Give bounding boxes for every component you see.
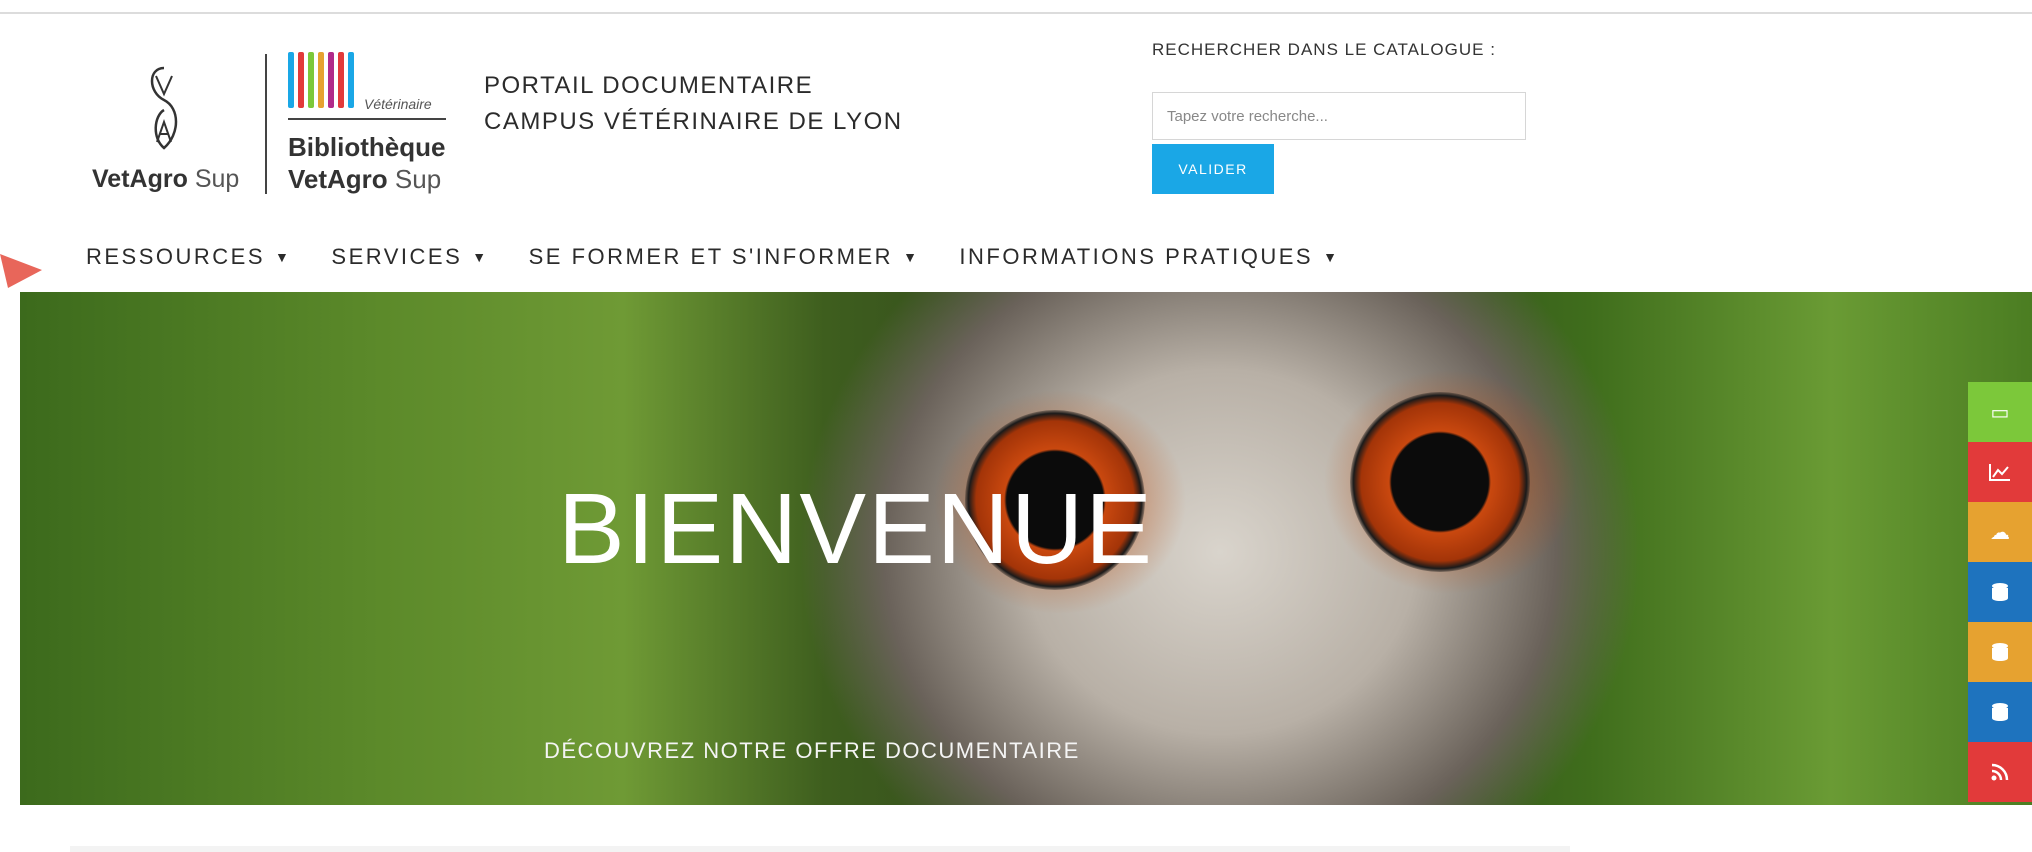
main-nav: RESSOURCES ▼ SERVICES ▼ SE FORMER ET S'I…	[86, 242, 1339, 272]
nav-item-ressources[interactable]: RESSOURCES ▼	[86, 242, 291, 272]
hero-cta-link[interactable]: DÉCOUVREZ NOTRE OFFRE DOCUMENTAIRE	[544, 738, 1080, 764]
colored-bars-icon	[288, 52, 360, 108]
nav-item-label: SERVICES	[331, 244, 463, 269]
vetagro-brand: VetAgro Sup	[92, 165, 239, 194]
chevron-down-icon: ▼	[903, 249, 920, 265]
portal-title-line1: PORTAIL DOCUMENTAIRE	[484, 72, 814, 99]
site-header: VetAgro Sup Vétérinaire Bibliothèque Vet…	[0, 14, 2032, 292]
brand-light: Sup	[194, 165, 240, 193]
chevron-down-icon: ▼	[1323, 249, 1340, 265]
nav-item-label: RESSOURCES	[86, 244, 266, 269]
bibliotheque-logo[interactable]: Vétérinaire Bibliothèque VetAgro Sup	[288, 52, 458, 195]
chevron-down-icon: ▼	[472, 249, 489, 265]
catalog-search-label: RECHERCHER DANS LE CATALOGUE :	[1152, 40, 1496, 59]
biblio-name: Bibliothèque	[288, 132, 446, 162]
hero-title: BIENVENUE	[558, 473, 1154, 585]
side-link-database-1[interactable]	[1968, 562, 2032, 622]
biblio-underline	[288, 118, 446, 120]
hero-banner: BIENVENUE DÉCOUVREZ NOTRE OFFRE DOCUMENT…	[20, 292, 2032, 805]
brand-bold: VetAgro	[92, 165, 188, 193]
nav-item-label: SE FORMER ET S'INFORMER	[528, 244, 894, 269]
vetagro-logo[interactable]: VetAgro Sup	[92, 64, 252, 200]
owl-eye-right	[1350, 392, 1530, 572]
database-icon	[1992, 583, 2008, 601]
side-link-book[interactable]: ▭	[1968, 382, 2032, 442]
nav-item-se-former[interactable]: SE FORMER ET S'INFORMER ▼	[529, 242, 920, 272]
side-link-database-2[interactable]	[1968, 622, 2032, 682]
portal-title-line2: CAMPUS VÉTÉRINAIRE DE LYON	[484, 108, 903, 135]
biblio-brand-bold: VetAgro	[288, 164, 388, 194]
cloud-icon: ☁	[1990, 521, 2010, 544]
red-arrow-annotation-icon	[0, 254, 42, 288]
rss-icon	[1991, 763, 2009, 781]
side-quick-links: ▭ ☁	[1968, 382, 2032, 802]
vetagro-symbol-icon	[150, 66, 178, 150]
chevron-down-icon: ▼	[275, 249, 292, 265]
nav-item-label: INFORMATIONS PRATIQUES	[959, 244, 1314, 269]
biblio-subtitle: Vétérinaire	[364, 96, 432, 112]
book-icon: ▭	[1990, 401, 2010, 424]
database-icon	[1992, 703, 2008, 721]
database-icon	[1992, 643, 2008, 661]
chart-icon	[1989, 464, 2010, 481]
catalog-search-input[interactable]	[1152, 92, 1526, 140]
nav-item-informations-pratiques[interactable]: INFORMATIONS PRATIQUES ▼	[959, 242, 1339, 272]
biblio-brand: VetAgro Sup	[288, 164, 441, 195]
nav-item-services[interactable]: SERVICES ▼	[331, 242, 488, 272]
side-link-chart[interactable]	[1968, 442, 2032, 502]
side-link-database-3[interactable]	[1968, 682, 2032, 742]
portal-title: PORTAIL DOCUMENTAIRE CAMPUS VÉTÉRINAIRE …	[484, 68, 903, 140]
biblio-brand-light: Sup	[394, 164, 442, 194]
content-start-strip	[70, 846, 1570, 852]
side-link-rss[interactable]	[1968, 742, 2032, 802]
logo-divider	[265, 54, 267, 194]
side-link-cloud[interactable]: ☁	[1968, 502, 2032, 562]
search-submit-button[interactable]: VALIDER	[1152, 144, 1274, 194]
